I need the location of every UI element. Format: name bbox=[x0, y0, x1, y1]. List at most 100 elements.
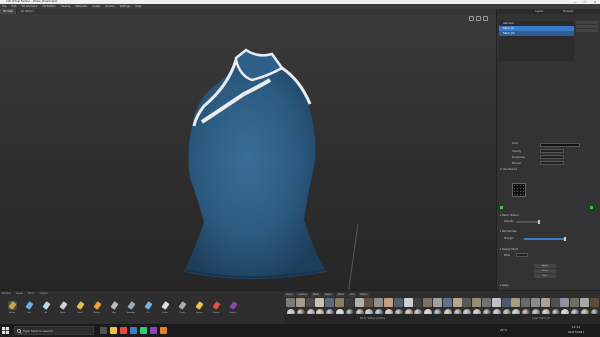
mat-tab[interactable]: Leather bbox=[296, 293, 309, 297]
fill-tool-button[interactable] bbox=[144, 301, 153, 310]
edge-icon[interactable] bbox=[130, 327, 137, 334]
app-icon[interactable] bbox=[140, 327, 147, 334]
blur-tool-button[interactable] bbox=[110, 301, 119, 310]
texture-tool-button[interactable] bbox=[212, 301, 221, 310]
weather-text[interactable]: 22°C bbox=[500, 328, 507, 332]
material-swatch[interactable] bbox=[452, 298, 462, 307]
material-swatch[interactable] bbox=[442, 298, 452, 307]
material-swatch[interactable] bbox=[521, 298, 531, 307]
material-swatch[interactable] bbox=[531, 298, 540, 307]
tab-layers[interactable]: Layers bbox=[535, 9, 543, 14]
footer-apply[interactable]: ▾ Apply bbox=[500, 284, 509, 287]
apply-button[interactable]: Apply bbox=[534, 264, 556, 268]
clone-tool-button[interactable] bbox=[178, 301, 187, 310]
mat-tab[interactable]: Wood bbox=[335, 293, 346, 297]
mat-tab[interactable]: Denim bbox=[358, 293, 370, 297]
use-texture-checkbox[interactable]: ☑ Use Texture bbox=[500, 168, 517, 171]
texture-icon bbox=[212, 301, 221, 310]
3d-viewport[interactable] bbox=[0, 14, 496, 290]
delete-layer-button[interactable] bbox=[576, 25, 598, 28]
section-normal-map[interactable]: ▾ Normal Map bbox=[500, 230, 516, 233]
material-swatch[interactable] bbox=[315, 298, 325, 307]
material-swatch[interactable] bbox=[413, 298, 423, 307]
tab-graphic[interactable]: Graphic bbox=[37, 292, 50, 296]
picker-tool-button[interactable] bbox=[161, 301, 170, 310]
task-view-icon[interactable] bbox=[100, 327, 107, 334]
material-swatch[interactable] bbox=[423, 298, 433, 307]
material-swatch[interactable] bbox=[364, 298, 374, 307]
duplicate-layer-button[interactable] bbox=[576, 29, 598, 32]
clock-date[interactable]: 01/07/2021 bbox=[568, 330, 584, 334]
search-input[interactable]: Type here to search bbox=[14, 326, 94, 335]
material-swatch[interactable] bbox=[580, 298, 589, 307]
brush-tool-button[interactable] bbox=[8, 301, 17, 310]
tab-property[interactable]: Property bbox=[563, 9, 574, 14]
mat-tab[interactable]: Plastic bbox=[322, 293, 334, 297]
garment-model[interactable] bbox=[0, 14, 496, 290]
strength-slider[interactable] bbox=[524, 237, 566, 241]
airbrush-tool-button[interactable] bbox=[42, 301, 51, 310]
clone-tool-label: Clone bbox=[179, 312, 185, 314]
file-explorer-icon[interactable] bbox=[110, 327, 117, 334]
tab-layers-shelf[interactable]: Layers bbox=[14, 292, 25, 296]
search-placeholder: Type here to search bbox=[23, 329, 53, 333]
stamp-tool-button[interactable] bbox=[195, 301, 204, 310]
tab-fabric[interactable]: Fabric bbox=[26, 292, 37, 296]
material-swatch[interactable] bbox=[482, 298, 491, 307]
opacity-label: Opacity bbox=[512, 150, 522, 153]
texture-thumbnail[interactable] bbox=[512, 183, 526, 197]
material-swatch[interactable] bbox=[589, 298, 599, 307]
material-swatch[interactable] bbox=[305, 298, 315, 307]
windows-start-icon[interactable] bbox=[2, 327, 9, 334]
material-swatch[interactable] bbox=[295, 298, 305, 307]
material-swatch[interactable] bbox=[335, 298, 344, 307]
material-swatch[interactable] bbox=[501, 298, 511, 307]
mat-tab[interactable]: Fabric bbox=[284, 293, 295, 297]
section-display-mode[interactable]: ▾ Display Mode bbox=[500, 248, 518, 251]
add-layer-button[interactable] bbox=[576, 21, 598, 24]
mat-tab[interactable]: Metal bbox=[310, 293, 321, 297]
material-swatch[interactable] bbox=[560, 298, 570, 307]
material-swatch[interactable] bbox=[354, 298, 364, 307]
layer-item[interactable]: Fabric_02 bbox=[499, 31, 574, 36]
intensity-slider[interactable] bbox=[516, 220, 540, 224]
mode-select[interactable] bbox=[516, 253, 528, 257]
material-swatch[interactable] bbox=[472, 298, 482, 307]
material-swatch[interactable] bbox=[344, 298, 354, 307]
smudge-tool-button[interactable] bbox=[127, 301, 136, 310]
chrome-icon[interactable] bbox=[120, 327, 127, 334]
eraser-tool-button[interactable] bbox=[59, 301, 68, 310]
material-swatch[interactable] bbox=[403, 298, 413, 307]
clock-time[interactable]: 11:14 bbox=[572, 325, 580, 329]
pen-tool-button[interactable] bbox=[25, 301, 34, 310]
normal-field[interactable] bbox=[540, 161, 564, 165]
intensity-label: Intensity bbox=[504, 220, 514, 223]
status-mode: Mode: Texture painting bbox=[360, 317, 386, 320]
material-swatch[interactable] bbox=[374, 298, 384, 307]
material-swatch[interactable] bbox=[286, 298, 295, 307]
material-swatch[interactable] bbox=[570, 298, 580, 307]
marker-tool-button[interactable] bbox=[93, 301, 102, 310]
airbrush-tool-label: Air bbox=[44, 312, 48, 314]
material-swatch[interactable] bbox=[384, 298, 393, 307]
pattern-tool-button[interactable] bbox=[229, 301, 238, 310]
material-swatch[interactable] bbox=[433, 298, 442, 307]
save-button[interactable]: Save bbox=[534, 274, 556, 278]
material-swatch[interactable] bbox=[511, 298, 521, 307]
material-swatch[interactable] bbox=[462, 298, 472, 307]
material-swatch[interactable] bbox=[491, 298, 501, 307]
opacity-field[interactable] bbox=[540, 149, 564, 153]
app-icon[interactable] bbox=[150, 327, 157, 334]
material-swatch[interactable] bbox=[550, 298, 560, 307]
mat-tab[interactable]: Knit bbox=[347, 293, 357, 297]
pencil-tool-button[interactable] bbox=[76, 301, 85, 310]
material-swatch[interactable] bbox=[540, 298, 550, 307]
section-fabric-texture[interactable]: ▾ Fabric Texture bbox=[500, 214, 519, 217]
roughness-field[interactable] bbox=[540, 155, 564, 159]
color-swatch[interactable] bbox=[540, 143, 580, 147]
reset-button[interactable]: Reset bbox=[534, 269, 556, 273]
app-icon[interactable] bbox=[160, 327, 167, 334]
material-swatch[interactable] bbox=[393, 298, 403, 307]
material-swatch[interactable] bbox=[325, 298, 335, 307]
tab-brushes[interactable]: Brushes bbox=[0, 292, 13, 296]
